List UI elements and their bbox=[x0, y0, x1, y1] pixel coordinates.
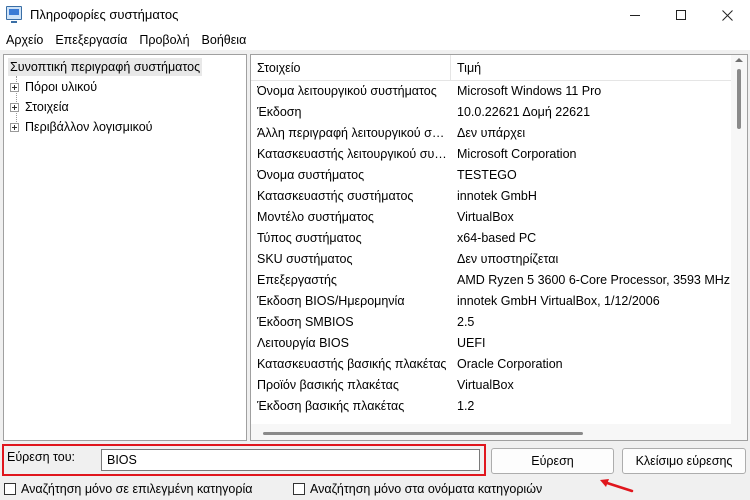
find-label: Εύρεση του: bbox=[7, 450, 76, 464]
tree-item-label: Στοιχεία bbox=[25, 100, 69, 114]
cell-item: Όνομα συστήματος bbox=[257, 168, 365, 182]
minimize-icon bbox=[630, 14, 640, 16]
cell-item: Έκδοση BIOS/Ημερομηνία bbox=[257, 294, 405, 308]
vertical-scroll-thumb[interactable] bbox=[737, 69, 741, 129]
table-row[interactable]: Επεξεργαστής AMD Ryzen 5 3600 6-Core Proc… bbox=[251, 270, 732, 291]
cell-value: Oracle Corporation bbox=[457, 357, 563, 371]
title-bar: Πληροφορίες συστήματος bbox=[0, 0, 750, 30]
cell-value: Δεν υποστηρίζεται bbox=[457, 252, 559, 266]
cell-item: Όνομα λειτουργικού συστήματος bbox=[257, 84, 437, 98]
table-row[interactable]: Έκδοση 10.0.22621 Δομή 22621 bbox=[251, 102, 732, 123]
expand-icon[interactable] bbox=[10, 122, 19, 132]
horizontal-scrollbar[interactable] bbox=[251, 424, 747, 440]
close-find-button[interactable]: Κλείσιμο εύρεσης bbox=[622, 448, 746, 474]
tree-item-components[interactable]: Στοιχεία bbox=[10, 97, 69, 117]
table-body: Όνομα λειτουργικού συστήματος Microsoft W… bbox=[251, 81, 732, 417]
table-row[interactable]: Κατασκευαστής συστήματος innotek GmbH bbox=[251, 186, 732, 207]
cell-item: Έκδοση βασικής πλακέτας bbox=[257, 399, 405, 413]
menu-file[interactable]: Αρχείο bbox=[0, 30, 49, 50]
find-input[interactable] bbox=[101, 449, 480, 471]
cell-item: Τύπος συστήματος bbox=[257, 231, 362, 245]
cell-value: innotek GmbH VirtualBox, 1/12/2006 bbox=[457, 294, 660, 308]
table-row[interactable]: Προϊόν βασικής πλακέτας VirtualBox bbox=[251, 375, 732, 396]
cell-item: Προϊόν βασικής πλακέτας bbox=[257, 378, 399, 392]
search-category-names-checkbox[interactable]: Αναζήτηση μόνο στα ονόματα κατηγοριών bbox=[293, 482, 542, 496]
cell-item: Μοντέλο συστήματος bbox=[257, 210, 374, 224]
find-button[interactable]: Εύρεση bbox=[491, 448, 614, 474]
category-tree[interactable]: Συνοπτική περιγραφή συστήματος Πόροι υλι… bbox=[3, 54, 247, 441]
cell-value: VirtualBox bbox=[457, 210, 514, 224]
scroll-up-arrow-icon[interactable] bbox=[735, 58, 743, 62]
close-icon bbox=[721, 9, 733, 21]
cell-value: 1.2 bbox=[457, 399, 475, 413]
cell-item: Έκδοση SMBIOS bbox=[257, 315, 354, 329]
checkbox-box[interactable] bbox=[4, 483, 16, 495]
cell-item: Επεξεργαστής bbox=[257, 273, 337, 287]
checkbox-label: Αναζήτηση μόνο στα ονόματα κατηγοριών bbox=[310, 482, 543, 496]
cell-value: 2.5 bbox=[457, 315, 475, 329]
expand-icon[interactable] bbox=[10, 102, 19, 112]
cell-value: Microsoft Windows 11 Pro bbox=[457, 84, 602, 98]
search-selected-category-checkbox[interactable]: Αναζήτηση μόνο σε επιλεγμένη κατηγορία bbox=[4, 482, 252, 496]
cell-value: innotek GmbH bbox=[457, 189, 537, 203]
cell-item: Έκδοση bbox=[257, 105, 302, 119]
table-row[interactable]: Τύπος συστήματος x64-based PC bbox=[251, 228, 732, 249]
cell-value: VirtualBox bbox=[457, 378, 514, 392]
close-button[interactable] bbox=[704, 0, 750, 30]
menu-view[interactable]: Προβολή bbox=[133, 30, 195, 50]
system-information-app-icon bbox=[6, 6, 22, 23]
expand-icon[interactable] bbox=[10, 82, 19, 92]
tree-item-label: Πόροι υλικού bbox=[25, 80, 98, 94]
tree-item-hardware-resources[interactable]: Πόροι υλικού bbox=[10, 77, 97, 97]
cell-value: TESTEGO bbox=[457, 168, 517, 182]
minimize-button[interactable] bbox=[612, 0, 658, 30]
maximize-icon bbox=[676, 10, 686, 20]
table-row[interactable]: Μοντέλο συστήματος VirtualBox bbox=[251, 207, 732, 228]
checkbox-label: Αναζήτηση μόνο σε επιλεγμένη κατηγορία bbox=[21, 482, 253, 496]
cell-item: Κατασκευαστής βασικής πλακέτας bbox=[257, 357, 447, 371]
cell-item: Κατασκευαστής συστήματος bbox=[257, 189, 414, 203]
details-list[interactable]: Στοιχείο Τιμή Όνομα λειτουργικού συστήμα… bbox=[250, 54, 748, 441]
cell-value: Microsoft Corporation bbox=[457, 147, 577, 161]
column-header-value[interactable]: Τιμή bbox=[451, 55, 732, 81]
column-header-item[interactable]: Στοιχείο bbox=[251, 55, 451, 81]
table-row[interactable]: Έκδοση BIOS/Ημερομηνία innotek GmbH Virtu… bbox=[251, 291, 732, 312]
column-header-row: Στοιχείο Τιμή bbox=[251, 55, 732, 81]
cell-item: Κατασκευαστής λειτουργικού συστήματος bbox=[257, 147, 447, 161]
menu-bar: Αρχείο Επεξεργασία Προβολή Βοήθεια bbox=[0, 30, 750, 50]
cell-value: 10.0.22621 Δομή 22621 bbox=[457, 105, 591, 119]
cell-item: Λειτουργία BIOS bbox=[257, 336, 349, 350]
tree-item-software-environment[interactable]: Περιβάλλον λογισμικού bbox=[10, 117, 153, 137]
cell-value: AMD Ryzen 5 3600 6-Core Processor, 3593 … bbox=[457, 273, 730, 287]
menu-edit[interactable]: Επεξεργασία bbox=[49, 30, 133, 50]
red-arrow-annotation-icon bbox=[600, 479, 634, 493]
table-row[interactable]: SKU συστήματος Δεν υποστηρίζεται bbox=[251, 249, 732, 270]
cell-value: UEFI bbox=[457, 336, 486, 350]
cell-item: SKU συστήματος bbox=[257, 252, 353, 266]
menu-help[interactable]: Βοήθεια bbox=[196, 30, 253, 50]
table-row[interactable]: Λειτουργία BIOS UEFI bbox=[251, 333, 732, 354]
table-row[interactable]: Άλλη περιγραφή λειτουργικού συστήματος Δε… bbox=[251, 123, 732, 144]
vertical-scrollbar[interactable] bbox=[731, 55, 747, 425]
table-row[interactable]: Όνομα συστήματος TESTEGO bbox=[251, 165, 732, 186]
horizontal-scroll-thumb[interactable] bbox=[263, 432, 583, 435]
tree-item-system-summary[interactable]: Συνοπτική περιγραφή συστήματος bbox=[8, 58, 203, 76]
table-row[interactable]: Έκδοση SMBIOS 2.5 bbox=[251, 312, 732, 333]
cell-item: Άλλη περιγραφή λειτουργικού συστήματος bbox=[257, 126, 447, 140]
table-row[interactable]: Έκδοση βασικής πλακέτας 1.2 bbox=[251, 396, 732, 417]
maximize-button[interactable] bbox=[658, 0, 704, 30]
checkbox-box[interactable] bbox=[293, 483, 305, 495]
table-row[interactable]: Κατασκευαστής λειτουργικού συστήματος Mic… bbox=[251, 144, 732, 165]
table-row[interactable]: Κατασκευαστής βασικής πλακέτας Oracle Cor… bbox=[251, 354, 732, 375]
table-row[interactable]: Όνομα λειτουργικού συστήματος Microsoft W… bbox=[251, 81, 732, 102]
find-highlight-box: Εύρεση του: bbox=[2, 444, 486, 476]
window-title: Πληροφορίες συστήματος bbox=[30, 7, 179, 22]
cell-value: x64-based PC bbox=[457, 231, 537, 245]
cell-value: Δεν υπάρχει bbox=[457, 126, 526, 140]
tree-item-label: Περιβάλλον λογισμικού bbox=[25, 120, 153, 134]
